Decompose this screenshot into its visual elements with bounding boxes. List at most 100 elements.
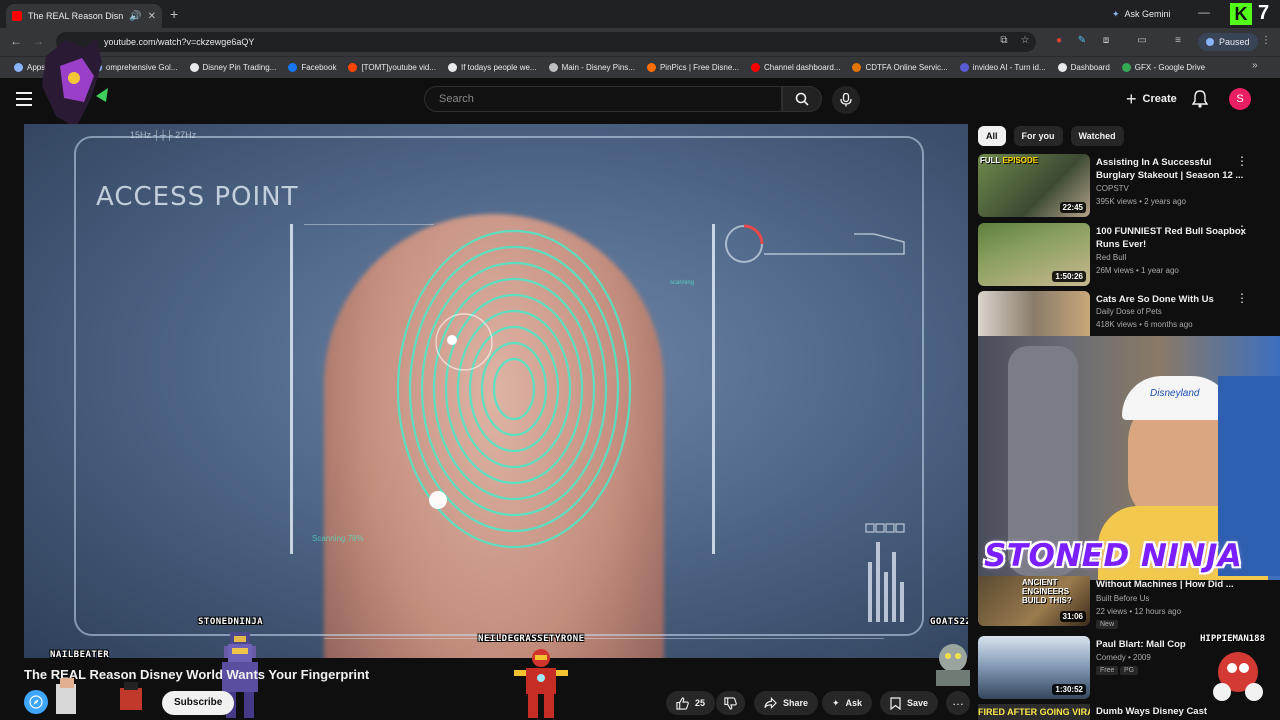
create-label: Create	[1142, 93, 1177, 105]
chat-username: HIPPIEMAN188	[1200, 634, 1266, 644]
video-duration: 1:50:26	[1052, 271, 1086, 282]
menu-icon[interactable]	[16, 92, 32, 106]
extensions-icon[interactable]: ⧈	[1100, 35, 1112, 47]
video-player[interactable]: 15Hz ┤┼├ 27Hz ACCESS POINT Scanning 78% …	[24, 124, 968, 658]
recommendation-item[interactable]: ANCIENT ENGINEERS BUILD THIS? 31:06 With…	[978, 576, 1274, 640]
bookmark-item[interactable]: PinPics | Free Disne...	[641, 57, 745, 79]
channel-avatar[interactable]	[24, 690, 48, 714]
recommendation-meta: 395K views • 2 years ago	[1096, 197, 1186, 206]
close-tab-icon[interactable]: ✕	[148, 11, 156, 22]
bookmarks-overflow-icon[interactable]: »	[1252, 60, 1258, 71]
subscribe-button[interactable]: Subscribe	[162, 691, 235, 715]
hud-target-icon	[725, 224, 905, 263]
reading-list-icon[interactable]: ≡	[1172, 35, 1184, 47]
speaker-icon[interactable]: 🔊	[129, 11, 141, 22]
recommendation-thumbnail: FULL EPISODE 22:45	[978, 154, 1090, 217]
bookmark-favicon-icon	[288, 63, 298, 72]
like-count: 25	[695, 698, 706, 708]
ask-gemini-label: Ask Gemini	[1124, 9, 1171, 19]
cast-icon[interactable]: ⧉	[998, 35, 1010, 47]
bookmarks-bar: AppsBBomprehensive Gol...Disney Pin Trad…	[0, 56, 1280, 78]
disneyland-cap-logo: Disneyland	[1150, 388, 1200, 399]
sparkle-icon: ✦	[832, 697, 840, 708]
chat-sprite-pixel-icon	[56, 678, 142, 714]
stream-overlay-character-icon	[42, 38, 108, 128]
bookmark-item[interactable]: Facebook	[282, 57, 342, 79]
recommendation-item[interactable]: FIRED AFTER GOING VIRAL Dumb Ways Disney…	[978, 704, 1274, 720]
bookmark-item[interactable]: [TOMT]youtube vid...	[342, 57, 442, 79]
hud-title: ACCESS POINT	[96, 182, 299, 212]
notifications-bell-icon[interactable]	[1192, 90, 1208, 108]
recommendation-title: 100 FUNNIEST Red Bull Soapbox Runs Ever!	[1096, 226, 1246, 250]
bookmark-item[interactable]: Channel dashboard...	[745, 57, 847, 79]
bookmark-label: omprehensive Gol...	[105, 63, 178, 72]
bookmark-item[interactable]: If todays people we...	[442, 57, 543, 79]
more-options-icon[interactable]: ⋮	[1236, 154, 1248, 168]
video-duration: 1:30:52	[1052, 684, 1086, 695]
save-label: Save	[907, 698, 929, 708]
share-button[interactable]: Share	[754, 691, 819, 715]
bookmark-favicon-icon	[189, 63, 199, 72]
extension-red-icon[interactable]: ●	[1053, 35, 1065, 47]
bookmark-favicon-icon	[14, 63, 23, 72]
recommendation-channel: Built Before Us	[1096, 594, 1150, 603]
search-input[interactable]: Search	[424, 86, 782, 112]
bookmark-label: Disney Pin Trading...	[202, 63, 277, 72]
browser-tab[interactable]: The REAL Reason Disney W 🔊 ✕	[6, 4, 162, 28]
bookmark-label: PinPics | Free Disne...	[659, 63, 739, 72]
bookmark-label: invideo AI - Turn id...	[972, 63, 1046, 72]
bookmark-label: If todays people we...	[461, 63, 537, 72]
bookmark-label: Facebook	[301, 63, 337, 72]
bookmark-item[interactable]: CDTFA Online Servic...	[846, 57, 953, 79]
hud-right-bar	[712, 224, 715, 554]
url-field[interactable]: youtube.com/watch?v=ckzewge6aQY	[56, 32, 1036, 52]
bookmark-star-icon[interactable]: ☆	[1019, 35, 1031, 47]
account-avatar[interactable]: S	[1229, 88, 1251, 110]
gemini-icon: ✦	[1112, 8, 1120, 19]
more-actions-button[interactable]: …	[946, 691, 970, 715]
chip-all[interactable]: All	[978, 126, 1006, 146]
chip-watched[interactable]: Watched	[1070, 126, 1124, 146]
tab-search-icon[interactable]: ▭	[1136, 35, 1148, 47]
more-options-icon[interactable]: ⋮	[1236, 291, 1248, 305]
dislike-button[interactable]	[716, 691, 745, 715]
create-button[interactable]: + Create	[1120, 88, 1183, 110]
save-button[interactable]: Save	[880, 691, 939, 715]
more-options-icon[interactable]: ⋮	[1236, 223, 1248, 237]
thumbnail-label: FULL EPISODE	[980, 156, 1039, 165]
profile-paused-button[interactable]: Paused	[1198, 33, 1258, 51]
recommendation-item[interactable]: FULL EPISODE 22:45 Assisting In A Succes…	[978, 154, 1274, 218]
like-button[interactable]: 25	[666, 691, 716, 715]
bookmark-item[interactable]: Dashboard	[1052, 57, 1116, 79]
bookmark-label: CDTFA Online Servic...	[865, 63, 948, 72]
minimize-icon[interactable]: —	[1198, 5, 1210, 19]
bookmark-favicon-icon	[646, 63, 656, 72]
bookmark-label: Main - Disney Pins...	[561, 63, 635, 72]
recommendation-title: Dumb Ways Disney Cast	[1096, 706, 1208, 717]
back-icon[interactable]: ←	[10, 34, 22, 48]
youtube-favicon-icon	[12, 11, 22, 21]
bookmark-item[interactable]: invideo AI - Turn id...	[954, 57, 1052, 79]
bookmark-item[interactable]: Main - Disney Pins...	[543, 57, 641, 79]
microphone-icon	[840, 93, 852, 107]
bookmark-item[interactable]: Disney Pin Trading...	[184, 57, 283, 79]
recommendation-channel: Comedy • 2009	[1096, 653, 1151, 662]
search-button[interactable]	[782, 86, 822, 112]
ask-gemini-button[interactable]: ✦ Ask Gemini	[1104, 5, 1179, 23]
bookmark-item[interactable]: GFX - Google Drive	[1116, 57, 1211, 79]
extension-blue-icon[interactable]: ✎	[1076, 35, 1088, 47]
ask-button[interactable]: ✦ Ask	[822, 691, 873, 715]
address-bar-row: ← → youtube.com/watch?v=ckzewge6aQY ⧉ ☆ …	[0, 28, 1280, 56]
recommendation-item[interactable]: 1:50:26 100 FUNNIEST Red Bull Soapbox Ru…	[978, 223, 1274, 287]
browser-menu-icon[interactable]: ⋮	[1260, 35, 1272, 47]
tab-title: The REAL Reason Disney W	[28, 11, 124, 21]
thumbnail-text: ANCIENT ENGINEERS BUILD THIS?	[1022, 578, 1072, 605]
new-tab-icon[interactable]: +	[170, 6, 178, 22]
hud-equalizer-icon	[865, 523, 905, 622]
stoned-ninja-overlay: STONED NINJA	[984, 538, 1243, 574]
bookmark-favicon-icon	[548, 63, 558, 72]
new-badge: New	[1096, 620, 1119, 629]
chip-for-you[interactable]: For you	[1013, 126, 1063, 146]
voice-search-button[interactable]	[832, 86, 860, 114]
chat-username: STONEDNINJA	[198, 617, 264, 627]
